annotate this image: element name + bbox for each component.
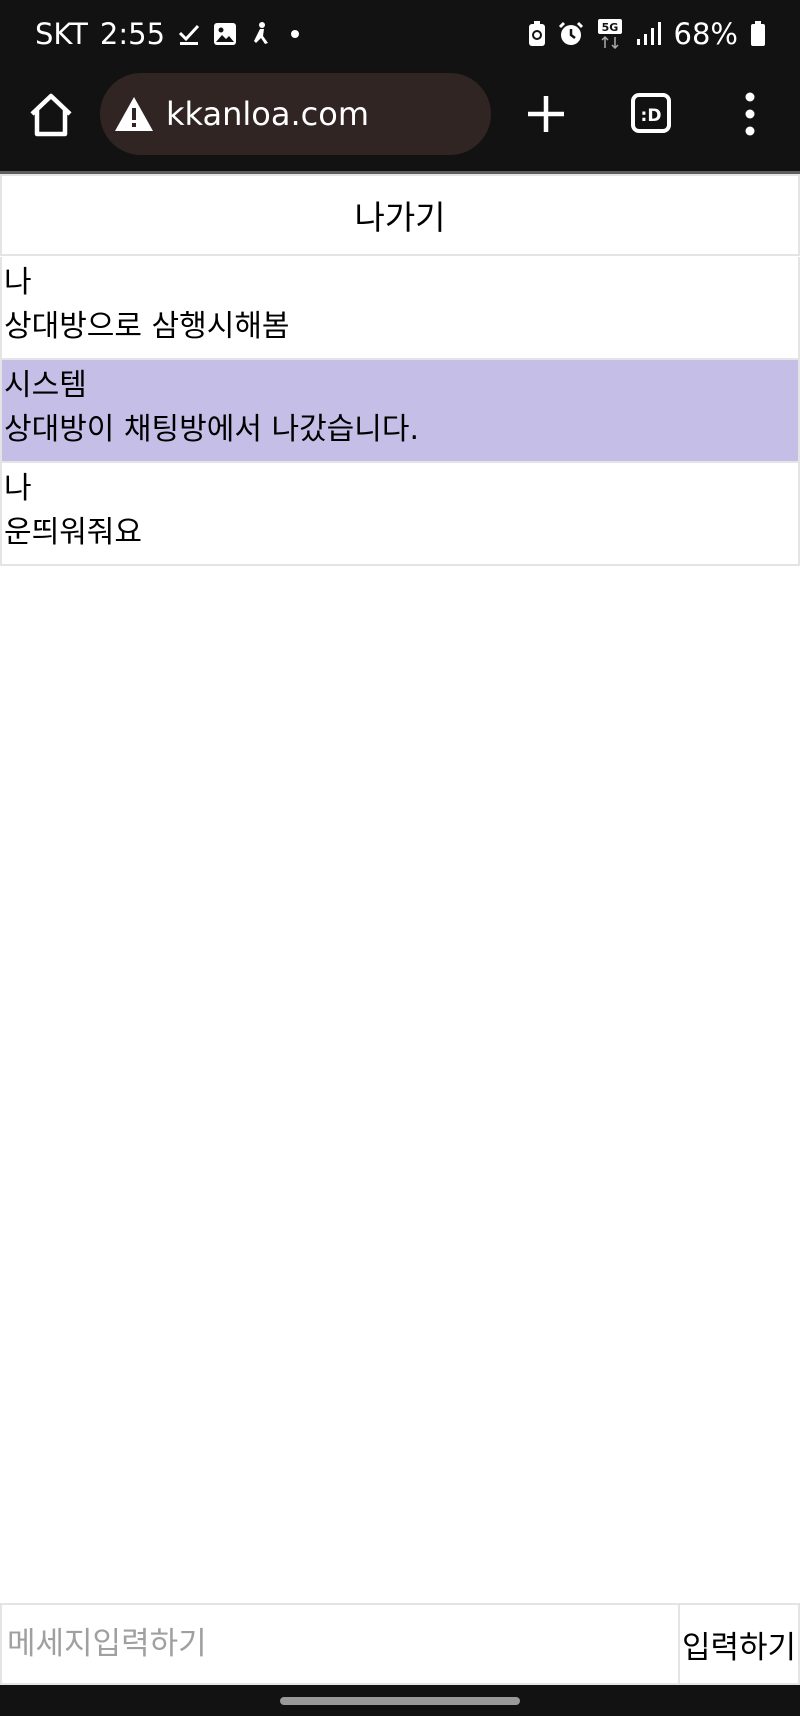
message-input[interactable]: [2, 1605, 680, 1683]
message-list: 나 상대방으로 삼행시해봄 시스템 상대방이 채팅방에서 나갔습니다. 나 운띄…: [0, 257, 800, 566]
gesture-handle[interactable]: [280, 1697, 520, 1705]
battery-icon: [750, 21, 766, 47]
message-text: 상대방이 채팅방에서 나갔습니다.: [4, 412, 420, 447]
message-item: 나 운띄워줘요: [0, 463, 800, 566]
battery-saver-icon: [528, 21, 546, 47]
tabs-icon: :D: [631, 93, 671, 133]
alarm-icon: [558, 21, 584, 47]
status-right: 5G 68%: [528, 17, 766, 51]
home-icon: [30, 93, 72, 137]
tab-switcher-button[interactable]: :D: [630, 91, 672, 135]
browser-menu-button[interactable]: [738, 90, 762, 138]
status-bar: SKT 2:55 5G 68%: [0, 0, 800, 68]
dot-icon: [285, 24, 305, 44]
system-nav-bar: [0, 1685, 800, 1716]
battery-percent: 68%: [673, 17, 738, 51]
network-5g-icon: 5G: [596, 19, 624, 49]
message-sender: 시스템: [4, 368, 87, 403]
network-5g-label: 5G: [601, 21, 618, 34]
status-left: SKT 2:55: [35, 17, 305, 51]
exit-chat-button[interactable]: 나가기: [0, 174, 800, 256]
address-bar[interactable]: kkanloa.com: [100, 73, 491, 155]
message-sender: 나: [4, 265, 32, 300]
browser-toolbar: kkanloa.com :D: [0, 68, 800, 172]
tabs-label: :D: [641, 106, 662, 126]
clock-label: 2:55: [99, 17, 166, 51]
home-button[interactable]: [26, 90, 76, 140]
url-text[interactable]: kkanloa.com: [166, 95, 369, 133]
more-vert-icon: [745, 92, 755, 136]
signal-icon: [636, 22, 662, 46]
carrier-label: SKT: [35, 17, 88, 51]
system-message-item: 시스템 상대방이 채팅방에서 나갔습니다.: [0, 360, 800, 463]
message-compose-bar: 입력하기: [0, 1603, 800, 1685]
send-button[interactable]: 입력하기: [680, 1605, 798, 1683]
warning-icon[interactable]: [114, 96, 154, 132]
check-icon: [177, 22, 201, 46]
accessibility-icon: [249, 21, 273, 47]
image-icon: [213, 22, 237, 46]
message-sender: 나: [4, 471, 32, 506]
message-text: 운띄워줘요: [4, 515, 142, 550]
message-text: 상대방으로 삼행시해봄: [4, 309, 290, 344]
new-tab-button[interactable]: [525, 93, 567, 135]
message-item: 나 상대방으로 삼행시해봄: [0, 257, 800, 360]
plus-icon: [528, 96, 564, 132]
